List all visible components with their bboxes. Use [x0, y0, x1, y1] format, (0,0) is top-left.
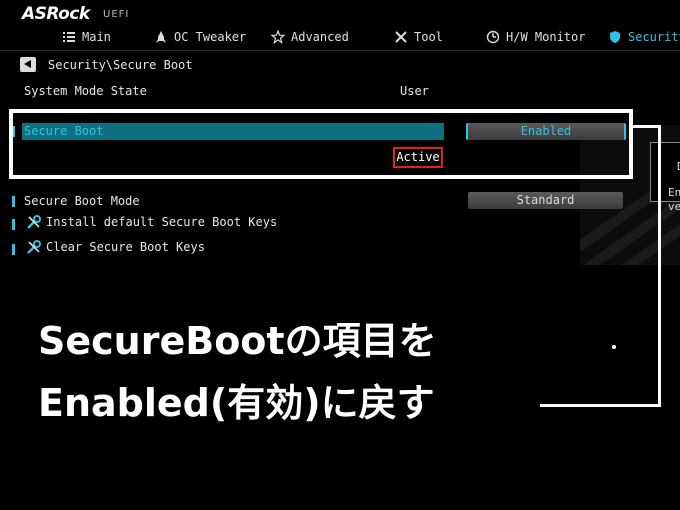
- caption-line-1: SecureBootの項目を: [38, 319, 437, 363]
- tab-main[interactable]: Main: [62, 27, 111, 47]
- wrench-icon: [27, 215, 41, 229]
- tab-security-label: Security: [628, 30, 680, 44]
- shield-icon: [610, 31, 620, 43]
- description-text: En ve: [668, 186, 680, 213]
- caption-line-2: Enabled(有効)に戻す: [38, 381, 435, 425]
- system-mode-label: System Mode State: [24, 84, 147, 98]
- highlight-frame: [9, 109, 633, 179]
- header-divider: [0, 50, 680, 51]
- clear-keys-item[interactable]: Clear Secure Boot Keys: [26, 239, 205, 255]
- gauge-icon: [486, 30, 500, 44]
- row-marker: [12, 244, 15, 255]
- tab-advanced[interactable]: Advanced: [271, 27, 349, 47]
- star-icon: [271, 30, 285, 44]
- rocket-icon: [156, 31, 166, 43]
- asrock-logo: ASRock: [22, 4, 90, 24]
- install-default-keys-label: Install default Secure Boot Keys: [46, 215, 278, 229]
- row-marker: [12, 196, 15, 207]
- tools-icon: [395, 31, 407, 43]
- connector-line: [633, 125, 661, 128]
- tab-oc-tweaker[interactable]: OC Tweaker: [154, 27, 246, 47]
- tab-advanced-label: Advanced: [291, 30, 349, 44]
- tab-tool[interactable]: Tool: [394, 27, 443, 47]
- clear-keys-label: Clear Secure Boot Keys: [46, 240, 205, 254]
- uefi-label: UEFI: [103, 9, 130, 20]
- wrench-icon: [27, 240, 41, 254]
- secure-boot-mode-label[interactable]: Secure Boot Mode: [24, 194, 140, 208]
- main-list-icon: [63, 32, 75, 42]
- tab-hw-monitor-label: H/W Monitor: [506, 30, 586, 44]
- connector-line-vertical: [658, 125, 661, 407]
- back-button[interactable]: [20, 57, 36, 72]
- tab-oc-tweaker-label: OC Tweaker: [174, 30, 247, 44]
- tab-tool-label: Tool: [414, 30, 443, 44]
- tab-security[interactable]: Security: [608, 27, 680, 47]
- dot-mark: [612, 345, 616, 349]
- row-marker: [12, 219, 15, 230]
- tab-main-label: Main: [82, 30, 111, 44]
- connector-line-bottom: [540, 404, 661, 407]
- install-default-keys-item[interactable]: Install default Secure Boot Keys: [26, 214, 277, 230]
- breadcrumb: Security\Secure Boot: [48, 58, 193, 72]
- tab-hw-monitor[interactable]: H/W Monitor: [486, 27, 585, 47]
- system-mode-value: User: [400, 84, 429, 98]
- secure-boot-mode-select[interactable]: Standard: [468, 192, 623, 209]
